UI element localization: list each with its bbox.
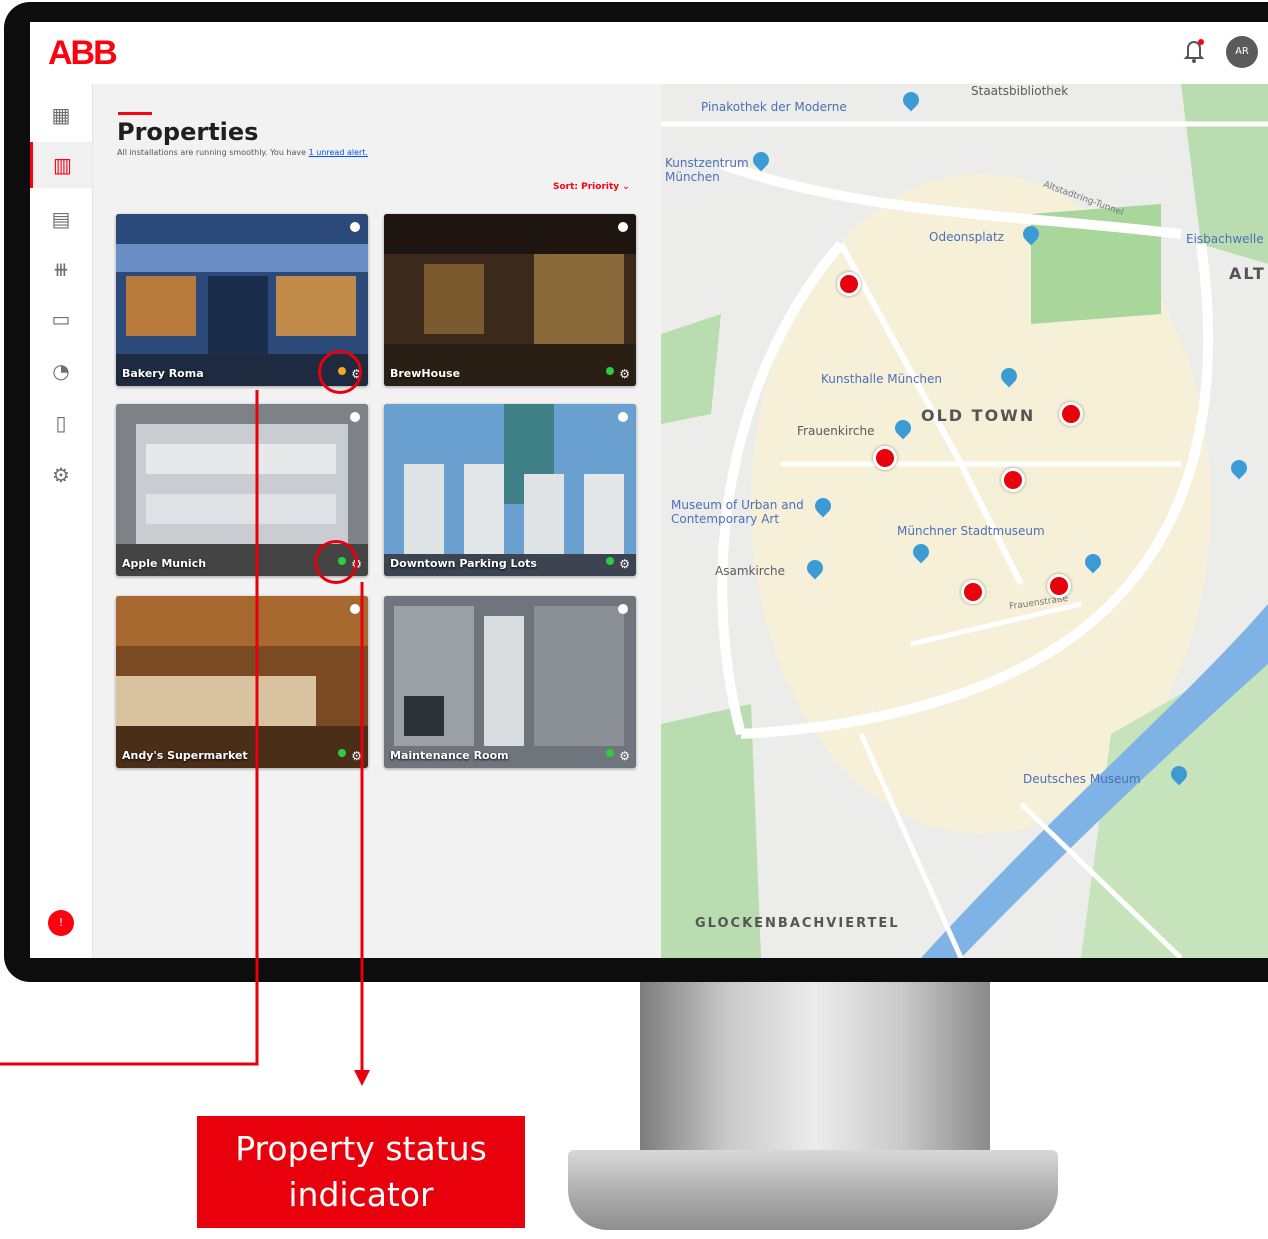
nav-settings-icon[interactable]: ⚙ bbox=[30, 452, 92, 498]
properties-panel: Properties All installations are running… bbox=[93, 84, 661, 958]
nav-folder-icon[interactable]: ▭ bbox=[30, 296, 92, 342]
map-label: Eisbachwelle bbox=[1186, 232, 1264, 246]
card-menu-icon[interactable] bbox=[618, 412, 628, 422]
map-label: GLOCKENBACHVIERTEL bbox=[695, 916, 900, 931]
top-bar: ABB AR bbox=[30, 22, 1268, 85]
card-settings-icon[interactable]: ⚙ bbox=[351, 749, 362, 763]
map-label: Kunstzentrum München bbox=[665, 156, 749, 184]
card-menu-icon[interactable] bbox=[350, 222, 360, 232]
map-label: Deutsches Museum bbox=[1023, 772, 1141, 786]
nav-devices-icon[interactable]: ▤ bbox=[30, 196, 92, 242]
property-marker[interactable] bbox=[961, 580, 985, 604]
monitor-stand-base bbox=[568, 1150, 1058, 1230]
card-menu-icon[interactable] bbox=[618, 604, 628, 614]
card-settings-icon[interactable]: ⚙ bbox=[619, 557, 630, 571]
status-indicator-callout: Property status indicator bbox=[197, 1116, 525, 1228]
map-label: ALT bbox=[1229, 264, 1266, 283]
monitor-stand-neck bbox=[640, 982, 990, 1152]
property-marker[interactable] bbox=[873, 446, 897, 470]
property-card-brewhouse[interactable]: BrewHouse ⚙ bbox=[384, 214, 636, 386]
card-menu-icon[interactable] bbox=[350, 412, 360, 422]
card-photo bbox=[116, 596, 368, 768]
title-accent-bar bbox=[118, 112, 152, 115]
property-card-maintenance-room[interactable]: Maintenance Room ⚙ bbox=[384, 596, 636, 768]
nav-sliders-icon[interactable]: ⧻ bbox=[30, 246, 92, 292]
property-marker[interactable] bbox=[1059, 402, 1083, 426]
map-label: Pinakothek der Moderne bbox=[701, 100, 847, 114]
side-navigation: ▦ ▥ ▤ ⧻ ▭ ◔ ▯ ⚙ ! bbox=[30, 84, 93, 958]
property-marker[interactable] bbox=[1001, 468, 1025, 492]
nav-energy-icon[interactable]: ◔ bbox=[30, 348, 92, 394]
page-subtitle: All installations are running smoothly. … bbox=[117, 148, 368, 157]
nav-buildings-icon[interactable]: ▥ bbox=[30, 142, 92, 188]
card-menu-icon[interactable] bbox=[618, 222, 628, 232]
card-name: BrewHouse bbox=[390, 367, 461, 380]
card-photo bbox=[384, 214, 636, 386]
map-label: Münchner Stadtmuseum bbox=[897, 524, 1045, 538]
nav-alert-badge[interactable]: ! bbox=[48, 910, 74, 936]
map-label: OLD TOWN bbox=[921, 406, 1036, 425]
properties-map[interactable]: Staatsbibliothek Pinakothek der Moderne … bbox=[661, 84, 1268, 958]
sort-dropdown[interactable]: Sort: Priority ⌄ bbox=[553, 182, 630, 192]
card-settings-icon[interactable]: ⚙ bbox=[619, 367, 630, 381]
card-name: Andy's Supermarket bbox=[122, 749, 248, 762]
property-marker[interactable] bbox=[837, 272, 861, 296]
card-photo bbox=[384, 404, 636, 576]
map-label: Kunsthalle München bbox=[821, 372, 943, 386]
page-title: Properties bbox=[117, 118, 259, 146]
card-name: Apple Munich bbox=[122, 557, 207, 570]
user-avatar[interactable]: AR bbox=[1226, 36, 1258, 68]
status-indicator-ok[interactable] bbox=[606, 557, 614, 565]
card-name: Bakery Roma bbox=[122, 367, 204, 380]
map-label: Asamkirche bbox=[715, 564, 786, 578]
status-highlight-circle bbox=[318, 350, 362, 394]
card-settings-icon[interactable]: ⚙ bbox=[619, 749, 630, 763]
property-marker[interactable] bbox=[1047, 574, 1071, 598]
map-label: Odeonsplatz bbox=[929, 230, 1004, 244]
nav-document-icon[interactable]: ▯ bbox=[30, 400, 92, 446]
card-photo bbox=[384, 596, 636, 768]
map-label: Staatsbibliothek bbox=[971, 84, 1069, 98]
subtitle-text: All installations are running smoothly. … bbox=[117, 148, 307, 157]
status-indicator-ok[interactable] bbox=[606, 749, 614, 757]
map-label: Frauenkirche bbox=[797, 424, 875, 438]
card-name: Downtown Parking Lots bbox=[390, 557, 537, 570]
unread-alert-link[interactable]: 1 unread alert. bbox=[309, 148, 368, 157]
monitor-screen: ABB AR ▦ ▥ ▤ ⧻ ▭ ◔ ▯ ⚙ ! Properties All … bbox=[30, 22, 1268, 958]
card-menu-icon[interactable] bbox=[350, 604, 360, 614]
status-indicator-ok[interactable] bbox=[606, 367, 614, 375]
abb-logo[interactable]: ABB bbox=[48, 34, 118, 73]
property-card-andys-supermarket[interactable]: Andy's Supermarket ⚙ bbox=[116, 596, 368, 768]
status-highlight-circle bbox=[314, 540, 358, 584]
notification-bell-icon[interactable] bbox=[1182, 36, 1206, 64]
map-label: Museum of Urban and Contemporary Art bbox=[671, 498, 804, 526]
status-indicator-ok[interactable] bbox=[338, 749, 346, 757]
card-name: Maintenance Room bbox=[390, 749, 509, 762]
property-card-downtown-parking-lots[interactable]: Downtown Parking Lots ⚙ bbox=[384, 404, 636, 576]
nav-dashboard-icon[interactable]: ▦ bbox=[30, 92, 92, 138]
